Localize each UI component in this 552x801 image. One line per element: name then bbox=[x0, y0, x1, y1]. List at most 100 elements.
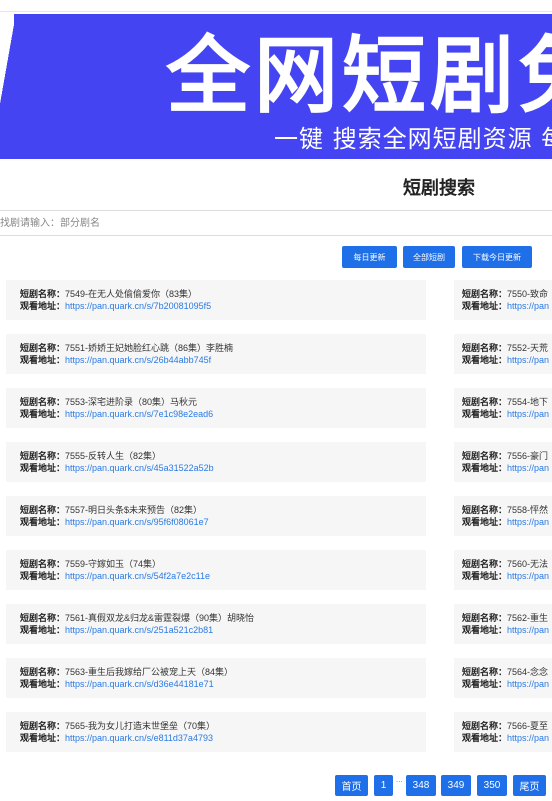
drama-name-label: 短剧名称： bbox=[20, 505, 66, 515]
drama-card: 短剧名称：7549-在无人处偷偷爱你（83集） 观看地址：https://pan.… bbox=[6, 280, 426, 320]
drama-url-link[interactable]: https://pan.quark.cn/s/7e1c98e2ead6 bbox=[65, 409, 213, 419]
drama-url-label: 观看地址： bbox=[462, 625, 508, 635]
drama-card: 短剧名称：7557-明日头条$未来预告（82集） 观看地址：https://pan… bbox=[6, 496, 426, 536]
drama-name: 7558-怦然 bbox=[507, 505, 549, 515]
drama-url-row: 观看地址：https://pan.quark.cn/s/26b44abb745f bbox=[20, 354, 426, 366]
drama-name: 7563-重生后我嫁给厂公被宠上天（84集） bbox=[65, 667, 234, 677]
drama-url-link[interactable]: https://pan bbox=[507, 301, 549, 311]
drama-name-label: 短剧名称： bbox=[20, 559, 66, 569]
drama-name-row: 短剧名称：7566-夏至 bbox=[462, 720, 552, 732]
drama-name-label: 短剧名称： bbox=[462, 289, 508, 299]
drama-card: 短剧名称：7560-无法 观看地址：https://pan bbox=[454, 550, 552, 590]
all-dramas-button[interactable]: 全部短剧 bbox=[403, 246, 455, 268]
page-first-button[interactable]: 首页 bbox=[335, 775, 368, 796]
drama-card: 短剧名称：7554-地下 观看地址：https://pan bbox=[454, 388, 552, 428]
drama-name: 7557-明日头条$未来预告（82集） bbox=[65, 505, 203, 515]
drama-url-link[interactable]: https://pan bbox=[507, 625, 549, 635]
drama-url-link[interactable]: https://pan bbox=[507, 517, 549, 527]
drama-url-link[interactable]: https://pan.quark.cn/s/e811d37a4793 bbox=[65, 733, 213, 743]
page-last-button[interactable]: 尾页 bbox=[513, 775, 546, 796]
drama-name-label: 短剧名称： bbox=[462, 505, 508, 515]
drama-name-row: 短剧名称：7549-在无人处偷偷爱你（83集） bbox=[20, 288, 426, 300]
drama-url-link[interactable]: https://pan bbox=[507, 355, 549, 365]
drama-card: 短剧名称：7553-深宅进阶录（80集）马秋元观看地址：https://pan.… bbox=[6, 388, 426, 428]
banner-edge bbox=[0, 14, 14, 159]
drama-name-label: 短剧名称： bbox=[20, 451, 66, 461]
drama-name: 7559-守嫁如玉（74集） bbox=[65, 559, 162, 569]
drama-url-row: 观看地址：https://pan bbox=[462, 624, 552, 636]
page-title: 短剧搜索 bbox=[403, 178, 475, 198]
daily-update-button[interactable]: 每日更新 bbox=[342, 246, 397, 268]
drama-name: 7566-夏至 bbox=[507, 721, 549, 731]
drama-url-row: 观看地址：https://pan bbox=[462, 462, 552, 474]
drama-url-row: 观看地址：https://pan.quark.cn/s/45a31522a52b bbox=[20, 462, 426, 474]
banner-subtitle: 一键 搜索全网短剧资源 每 bbox=[274, 125, 552, 153]
page-348-button[interactable]: 348 bbox=[406, 775, 436, 796]
drama-url-link[interactable]: https://pan.quark.cn/s/7b20081095f5 bbox=[65, 301, 211, 311]
drama-card: 短剧名称：7559-守嫁如玉（74集） 观看地址：https://pan.quar… bbox=[6, 550, 426, 590]
download-today-button[interactable]: 下载今日更新 bbox=[462, 246, 532, 268]
drama-name: 7550-致命 bbox=[507, 289, 549, 299]
drama-name-row: 短剧名称：7559-守嫁如玉（74集） bbox=[20, 558, 426, 570]
drama-url-link[interactable]: https://pan.quark.cn/s/45a31522a52b bbox=[65, 463, 214, 473]
drama-name-row: 短剧名称：7558-怦然 bbox=[462, 504, 552, 516]
drama-name-row: 短剧名称：7562-重生 bbox=[462, 612, 552, 624]
page-1-button[interactable]: 1 bbox=[374, 775, 393, 796]
drama-url-row: 观看地址：https://pan bbox=[462, 678, 552, 690]
drama-name: 7552-天荒 bbox=[507, 343, 549, 353]
drama-card: 短剧名称：7550-致命 观看地址：https://pan bbox=[454, 280, 552, 320]
drama-url-link[interactable]: https://pan bbox=[507, 571, 549, 581]
drama-url-link[interactable]: https://pan.quark.cn/s/251a521c2b81 bbox=[65, 625, 213, 635]
drama-url-row: 观看地址：https://pan bbox=[462, 354, 552, 366]
drama-name-row: 短剧名称：7563-重生后我嫁给厂公被宠上天（84集） bbox=[20, 666, 426, 678]
drama-url-label: 观看地址： bbox=[462, 679, 508, 689]
drama-url-link[interactable]: https://pan.quark.cn/s/26b44abb745f bbox=[65, 355, 211, 365]
hero-banner: 全网短剧免 一键 搜索全网短剧资源 每 bbox=[0, 14, 552, 159]
drama-url-label: 观看地址： bbox=[20, 571, 66, 581]
drama-url-link[interactable]: https://pan bbox=[507, 679, 549, 689]
drama-url-row: 观看地址：https://pan.quark.cn/s/251a521c2b81 bbox=[20, 624, 426, 636]
drama-name: 7553-深宅进阶录（80集）马秋元 bbox=[65, 397, 198, 407]
drama-name: 7556-豪门 bbox=[507, 451, 549, 461]
drama-url-link[interactable]: https://pan bbox=[507, 733, 549, 743]
drama-name: 7554-地下 bbox=[507, 397, 549, 407]
drama-card: 短剧名称：7562-重生 观看地址：https://pan bbox=[454, 604, 552, 644]
drama-url-row: 观看地址：https://pan.quark.cn/s/54f2a7e2c11e bbox=[20, 570, 426, 582]
banner-title: 全网短剧免 bbox=[166, 27, 552, 125]
drama-url-row: 观看地址：https://pan.quark.cn/s/e811d37a4793 bbox=[20, 732, 426, 744]
drama-url-link[interactable]: https://pan.quark.cn/s/95f6f08061e7 bbox=[65, 517, 209, 527]
drama-url-label: 观看地址： bbox=[20, 679, 66, 689]
drama-url-label: 观看地址： bbox=[20, 409, 66, 419]
drama-name-label: 短剧名称： bbox=[462, 559, 508, 569]
drama-name-row: 短剧名称：7554-地下 bbox=[462, 396, 552, 408]
page-350-button[interactable]: 350 bbox=[477, 775, 507, 796]
drama-url-label: 观看地址： bbox=[20, 301, 66, 311]
drama-name-row: 短剧名称：7556-豪门 bbox=[462, 450, 552, 462]
drama-card: 短剧名称：7555-反转人生（82集） 观看地址：https://pan.quar… bbox=[6, 442, 426, 482]
drama-name-row: 短剧名称：7550-致命 bbox=[462, 288, 552, 300]
page-ellipsis: ... bbox=[396, 775, 403, 784]
drama-url-label: 观看地址： bbox=[20, 625, 66, 635]
drama-name-label: 短剧名称： bbox=[20, 721, 66, 731]
drama-url-row: 观看地址：https://pan.quark.cn/s/d36e44181e71 bbox=[20, 678, 426, 690]
drama-url-link[interactable]: https://pan.quark.cn/s/d36e44181e71 bbox=[65, 679, 214, 689]
drama-name-row: 短剧名称：7557-明日头条$未来预告（82集） bbox=[20, 504, 426, 516]
drama-name-label: 短剧名称： bbox=[462, 667, 508, 677]
drama-name-label: 短剧名称： bbox=[462, 721, 508, 731]
page-349-button[interactable]: 349 bbox=[441, 775, 471, 796]
drama-url-label: 观看地址： bbox=[20, 733, 66, 743]
drama-name: 7564-念念 bbox=[507, 667, 549, 677]
drama-name-row: 短剧名称：7561-真假双龙&归龙&雷霆裂爆（90集）胡晓怡 bbox=[20, 612, 426, 624]
drama-name-row: 短剧名称：7565-我为女儿打造末世堡垒（70集） bbox=[20, 720, 426, 732]
drama-url-link[interactable]: https://pan.quark.cn/s/54f2a7e2c11e bbox=[65, 571, 210, 581]
drama-name-label: 短剧名称： bbox=[20, 397, 66, 407]
drama-card: 短剧名称：7556-豪门 观看地址：https://pan bbox=[454, 442, 552, 482]
drama-name: 7565-我为女儿打造末世堡垒（70集） bbox=[65, 721, 216, 731]
drama-url-label: 观看地址： bbox=[462, 463, 508, 473]
drama-url-link[interactable]: https://pan bbox=[507, 463, 549, 473]
drama-url-row: 观看地址：https://pan bbox=[462, 570, 552, 582]
drama-name-label: 短剧名称： bbox=[462, 343, 508, 353]
drama-name: 7551-娇娇王妃她脸红心跳（86集）李胜楠 bbox=[65, 343, 234, 353]
drama-url-link[interactable]: https://pan bbox=[507, 409, 549, 419]
search-input[interactable] bbox=[0, 211, 552, 235]
